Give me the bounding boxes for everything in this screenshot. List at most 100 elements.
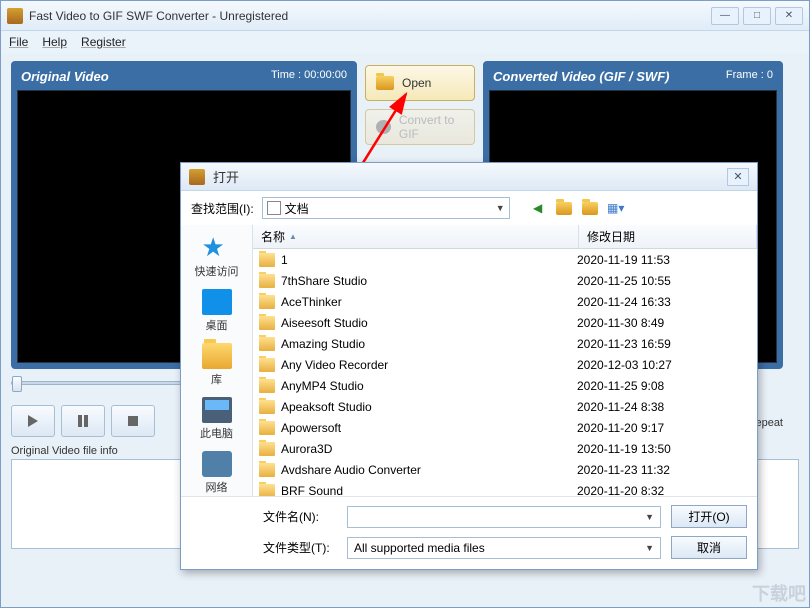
folder-icon	[259, 400, 275, 414]
chevron-down-icon: ▼	[496, 203, 505, 213]
play-button[interactable]	[11, 405, 55, 437]
places-bar: ★快速访问 桌面 库 此电脑 网络	[181, 225, 253, 496]
file-date: 2020-11-25 9:08	[577, 379, 757, 393]
network-icon	[202, 451, 232, 477]
up-folder-icon[interactable]	[554, 198, 574, 218]
file-name: Apeaksoft Studio	[281, 400, 577, 414]
place-libraries[interactable]: 库	[185, 339, 249, 391]
back-icon[interactable]: ◀	[528, 198, 548, 218]
file-date: 2020-12-03 10:27	[577, 358, 757, 372]
file-name: 7thShare Studio	[281, 274, 577, 288]
folder-icon	[259, 253, 275, 267]
star-icon: ★	[202, 235, 232, 261]
folder-icon	[259, 484, 275, 497]
file-name: Amazing Studio	[281, 337, 577, 351]
place-desktop[interactable]: 桌面	[185, 285, 249, 337]
dialog-cancel-button[interactable]: 取消	[671, 536, 747, 559]
file-row[interactable]: Apowersoft2020-11-20 9:17	[253, 417, 757, 438]
maximize-button[interactable]: □	[743, 7, 771, 25]
file-row[interactable]: Aiseesoft Studio2020-11-30 8:49	[253, 312, 757, 333]
file-date: 2020-11-19 13:50	[577, 442, 757, 456]
filetype-label: 文件类型(T):	[263, 539, 337, 556]
folder-icon	[259, 379, 275, 393]
frame-display: Frame : 0	[726, 69, 773, 84]
dialog-titlebar[interactable]: 打开 ✕	[181, 163, 757, 191]
time-display: Time : 00:00:00	[271, 69, 347, 84]
stop-button[interactable]	[111, 405, 155, 437]
folder-icon	[259, 463, 275, 477]
sort-asc-icon: ▲	[289, 232, 297, 241]
monitor-icon	[202, 289, 232, 315]
folder-icon	[259, 421, 275, 435]
menu-bar: File Help Register	[1, 31, 809, 53]
file-row[interactable]: Avdshare Audio Converter2020-11-23 11:32	[253, 459, 757, 480]
file-date: 2020-11-30 8:49	[577, 316, 757, 330]
file-date: 2020-11-23 11:32	[577, 463, 757, 477]
convert-button[interactable]: Convert to GIF	[365, 109, 475, 145]
menu-file[interactable]: File	[9, 35, 28, 49]
file-row[interactable]: Any Video Recorder2020-12-03 10:27	[253, 354, 757, 375]
file-name: BRF Sound	[281, 484, 577, 497]
file-row[interactable]: Amazing Studio2020-11-23 16:59	[253, 333, 757, 354]
folder-icon	[259, 274, 275, 288]
file-date: 2020-11-19 11:53	[577, 253, 757, 267]
file-name: Aurora3D	[281, 442, 577, 456]
menu-help[interactable]: Help	[42, 35, 67, 49]
file-date: 2020-11-20 8:32	[577, 484, 757, 497]
filetype-combo[interactable]: All supported media files▼	[347, 537, 661, 559]
lookin-combo[interactable]: 文档 ▼	[262, 197, 510, 219]
file-date: 2020-11-25 10:55	[577, 274, 757, 288]
file-row[interactable]: BRF Sound2020-11-20 8:32	[253, 480, 757, 496]
chevron-down-icon: ▼	[645, 543, 654, 553]
minimize-button[interactable]: —	[711, 7, 739, 25]
dialog-open-button[interactable]: 打开(O)	[671, 505, 747, 528]
folder-icon	[259, 295, 275, 309]
convert-icon	[376, 120, 391, 134]
filename-input[interactable]: ▼	[347, 506, 661, 528]
main-titlebar[interactable]: Fast Video to GIF SWF Converter - Unregi…	[1, 1, 809, 31]
window-title: Fast Video to GIF SWF Converter - Unregi…	[29, 9, 711, 23]
menu-register[interactable]: Register	[81, 35, 126, 49]
app-icon	[7, 8, 23, 24]
file-row[interactable]: 12020-11-19 11:53	[253, 249, 757, 270]
folder-icon	[259, 337, 275, 351]
converted-video-title: Converted Video (GIF / SWF)	[493, 69, 669, 84]
pause-button[interactable]	[61, 405, 105, 437]
file-list: 名称 ▲ 修改日期 12020-11-19 11:537thShare Stud…	[253, 225, 757, 496]
view-menu-icon[interactable]: ▦▾	[606, 198, 626, 218]
lookin-value: 文档	[285, 200, 309, 217]
file-date: 2020-11-24 16:33	[577, 295, 757, 309]
file-date: 2020-11-20 9:17	[577, 421, 757, 435]
file-row[interactable]: Aurora3D2020-11-19 13:50	[253, 438, 757, 459]
place-network[interactable]: 网络	[185, 447, 249, 496]
filename-label: 文件名(N):	[263, 508, 337, 525]
close-button[interactable]: ✕	[775, 7, 803, 25]
list-header: 名称 ▲ 修改日期	[253, 225, 757, 249]
convert-button-label: Convert to GIF	[399, 113, 464, 141]
file-name: Aiseesoft Studio	[281, 316, 577, 330]
file-name: AceThinker	[281, 295, 577, 309]
file-name: Avdshare Audio Converter	[281, 463, 577, 477]
file-name: Apowersoft	[281, 421, 577, 435]
file-row[interactable]: 7thShare Studio2020-11-25 10:55	[253, 270, 757, 291]
file-row[interactable]: Apeaksoft Studio2020-11-24 8:38	[253, 396, 757, 417]
place-quick-access[interactable]: ★快速访问	[185, 231, 249, 283]
chevron-down-icon: ▼	[645, 512, 654, 522]
watermark: 下载吧	[752, 580, 806, 606]
column-name[interactable]: 名称 ▲	[253, 225, 579, 248]
folder-icon	[259, 358, 275, 372]
slider-thumb[interactable]	[12, 376, 22, 392]
folder-icon	[202, 343, 232, 369]
file-date: 2020-11-23 16:59	[577, 337, 757, 351]
place-thispc[interactable]: 此电脑	[185, 393, 249, 445]
documents-icon	[267, 201, 281, 215]
pc-icon	[202, 397, 232, 423]
column-date[interactable]: 修改日期	[579, 225, 757, 248]
dialog-close-button[interactable]: ✕	[727, 168, 749, 186]
file-row[interactable]: AceThinker2020-11-24 16:33	[253, 291, 757, 312]
open-button[interactable]: Open	[365, 65, 475, 101]
open-button-label: Open	[402, 76, 431, 90]
folder-icon	[259, 316, 275, 330]
file-row[interactable]: AnyMP4 Studio2020-11-25 9:08	[253, 375, 757, 396]
new-folder-icon[interactable]	[580, 198, 600, 218]
